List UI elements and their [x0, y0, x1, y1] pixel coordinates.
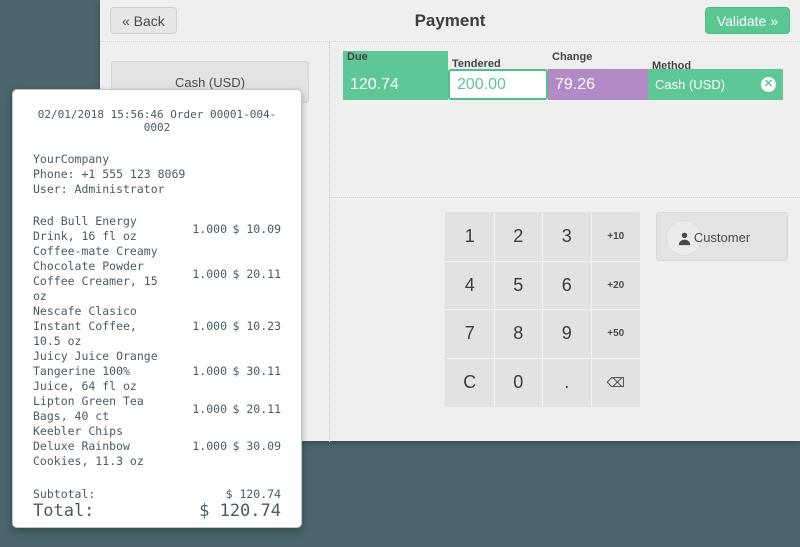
receipt-item-price: $ 30.09 — [231, 424, 281, 469]
receipt-totals-table: Subtotal: $ 120.74 Total: $ 120.74 Cash … — [33, 486, 281, 528]
receipt-item-name: Keebler Chips Deluxe Rainbow Cookies, 11… — [33, 424, 165, 469]
spacer-row — [33, 520, 281, 528]
numpad-key-1[interactable]: 1 — [446, 213, 495, 262]
receipt-item-row: Coffee-mate Creamy Chocolate Powder Coff… — [33, 244, 281, 304]
receipt-company-block: YourCompany Phone: +1 555 123 8069 User:… — [33, 152, 281, 197]
payment-line-method-label: Cash (USD) — [655, 77, 725, 92]
payment-line-due: 120.74 — [343, 69, 448, 100]
payment-detail-pane: Due Tendered Change Method 120.74 200.00… — [331, 42, 800, 442]
column-header-change: Change — [548, 51, 648, 69]
receipt-item-row: Keebler Chips Deluxe Rainbow Cookies, 11… — [33, 424, 281, 469]
receipt-total-label: Total: — [33, 503, 147, 520]
numpad-key-5[interactable]: 5 — [495, 262, 544, 311]
payment-line-tendered-input[interactable]: 200.00 — [448, 69, 548, 100]
receipt-item-name: Coffee-mate Creamy Chocolate Powder Coff… — [33, 244, 165, 304]
receipt-meta: 02/01/2018 15:56:46 Order 00001-004-0002 — [33, 108, 281, 134]
validate-button[interactable]: Validate » — [705, 7, 790, 34]
receipt-item-price: $ 10.23 — [231, 304, 281, 349]
receipt-content: 02/01/2018 15:56:46 Order 00001-004-0002… — [13, 90, 301, 528]
numpad-key-4[interactable]: 4 — [446, 262, 495, 311]
receipt-total-amount: $ 120.74 — [147, 503, 281, 520]
receipt-company-phone: Phone: +1 555 123 8069 — [33, 167, 281, 182]
receipt-company-user: User: Administrator — [33, 182, 281, 197]
numpad-key-clear[interactable]: C — [446, 359, 495, 408]
customer-button[interactable]: Customer — [656, 212, 788, 261]
numpad-key-0[interactable]: 0 — [495, 359, 544, 408]
receipt-item-qty: 1.000 — [165, 244, 231, 304]
receipt-item-price: $ 10.09 — [231, 214, 281, 244]
receipt-item-qty: 1.000 — [165, 394, 231, 424]
receipt-company-name: YourCompany — [33, 152, 281, 167]
receipt-item-qty: 1.000 — [165, 304, 231, 349]
numpad-key-6[interactable]: 6 — [543, 262, 592, 311]
numpad-key-decimal[interactable]: . — [543, 359, 592, 408]
backspace-icon[interactable]: ⌫ — [592, 359, 641, 408]
numpad-key-plus50[interactable]: +50 — [592, 310, 641, 359]
receipt-item-name: Nescafe Clasico Instant Coffee, 10.5 oz — [33, 304, 165, 349]
page-title: Payment — [100, 11, 800, 31]
column-header-tendered: Tendered — [448, 51, 548, 69]
numpad-key-plus20[interactable]: +20 — [592, 262, 641, 311]
receipt-panel: 02/01/2018 15:56:46 Order 00001-004-0002… — [12, 89, 302, 528]
receipt-item-row: Lipton Green Tea Bags, 40 ct 1.000 $ 20.… — [33, 394, 281, 424]
numpad-key-plus10[interactable]: +10 — [592, 213, 641, 262]
receipt-items-table: Red Bull Energy Drink, 16 fl oz 1.000 $ … — [33, 214, 281, 469]
close-circle-icon[interactable]: ✕ — [761, 77, 776, 92]
numpad-key-2[interactable]: 2 — [495, 213, 544, 262]
receipt-item-name: Lipton Green Tea Bags, 40 ct — [33, 394, 165, 424]
column-header-due: Due — [343, 51, 448, 69]
numpad-key-7[interactable]: 7 — [446, 310, 495, 359]
receipt-item-qty: 1.000 — [165, 214, 231, 244]
receipt-item-qty: 1.000 — [165, 349, 231, 394]
numpad-key-8[interactable]: 8 — [495, 310, 544, 359]
receipt-item-name: Red Bull Energy Drink, 16 fl oz — [33, 214, 165, 244]
receipt-item-row: Juicy Juice Orange Tangerine 100% Juice,… — [33, 349, 281, 394]
receipt-item-name: Juicy Juice Orange Tangerine 100% Juice,… — [33, 349, 165, 394]
receipt-item-price: $ 20.11 — [231, 244, 281, 304]
payment-lines-table: Due Tendered Change Method 120.74 200.00… — [343, 51, 783, 100]
receipt-total-row-total: Total: $ 120.74 — [33, 503, 281, 520]
payment-lines-header-row: Due Tendered Change Method — [343, 51, 783, 69]
numpad-key-3[interactable]: 3 — [543, 213, 592, 262]
receipt-item-row: Nescafe Clasico Instant Coffee, 10.5 oz … — [33, 304, 281, 349]
section-divider — [331, 197, 800, 198]
receipt-item-qty: 1.000 — [165, 424, 231, 469]
column-header-method: Method — [648, 51, 783, 69]
numpad: 1 2 3 +10 4 5 6 +20 7 8 9 +50 C 0 . ⌫ — [445, 212, 639, 406]
payment-line-row[interactable]: 120.74 200.00 79.26 Cash (USD) ✕ — [343, 69, 783, 100]
window-header: « Back Payment Validate » — [100, 0, 800, 42]
customer-label: Customer — [657, 230, 787, 245]
payment-line-change: 79.26 — [548, 69, 648, 100]
numpad-key-9[interactable]: 9 — [543, 310, 592, 359]
receipt-item-row: Red Bull Energy Drink, 16 fl oz 1.000 $ … — [33, 214, 281, 244]
receipt-item-price: $ 20.11 — [231, 394, 281, 424]
receipt-item-price: $ 30.11 — [231, 349, 281, 394]
payment-line-method: Cash (USD) ✕ — [648, 69, 783, 100]
